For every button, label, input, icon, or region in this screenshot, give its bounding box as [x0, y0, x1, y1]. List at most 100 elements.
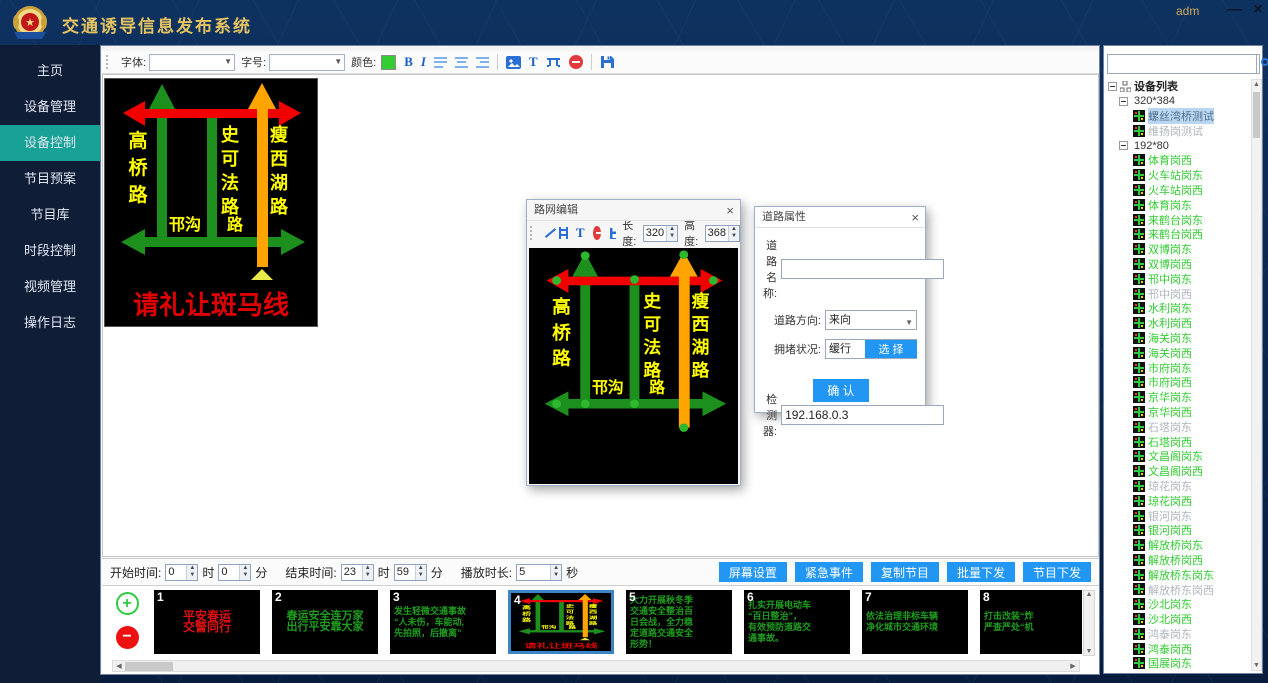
lane-tool-icon[interactable]	[559, 227, 568, 239]
tree-device-双博岗西[interactable]: 双博岗西	[1106, 257, 1250, 272]
sidebar-item-设备管理[interactable]: 设备管理	[0, 89, 100, 125]
marquee-tool-icon[interactable]	[546, 56, 561, 68]
up-icon[interactable]: ▲	[416, 565, 426, 572]
playlist-vscrollbar[interactable]: ▲ ▼	[1083, 590, 1095, 656]
tree-group-192*80[interactable]: 192*80	[1106, 138, 1250, 153]
tree-device-来鹤台岗西[interactable]: 来鹤台岗西	[1106, 227, 1250, 242]
up-icon[interactable]: ▲	[551, 565, 561, 572]
save-icon[interactable]	[600, 55, 614, 69]
led-sign-preview[interactable]: 高桥路史可法路瘦西湖路邗沟路请礼让斑马线	[105, 79, 317, 326]
tree-device-解放桥东岗西[interactable]: 解放桥东岗西	[1106, 582, 1250, 597]
up-icon[interactable]: ▲	[187, 565, 197, 572]
tree-device-双博岗东[interactable]: 双博岗东	[1106, 242, 1250, 257]
sidebar-item-视频管理[interactable]: 视频管理	[0, 269, 100, 305]
frame-thumbnail-8[interactable]: 8打击改装“炸严查严处“机	[980, 590, 1082, 654]
tree-device-解放桥东岗东[interactable]: 解放桥东岗东	[1106, 567, 1250, 582]
device-search-input[interactable]	[1107, 54, 1257, 74]
frame-thumbnail-2[interactable]: 2春运安全连万家出行平安靠大家	[272, 590, 378, 654]
delete-icon[interactable]	[569, 55, 583, 69]
bold-button[interactable]: B	[404, 54, 413, 70]
tree-device-水利岗东[interactable]: 水利岗东	[1106, 301, 1250, 316]
action-button-屏幕设置[interactable]: 屏幕设置	[719, 562, 787, 582]
tree-device-来鹤台岗东[interactable]: 来鹤台岗东	[1106, 212, 1250, 227]
align-left-icon[interactable]	[434, 57, 447, 68]
sidebar-item-节目库[interactable]: 节目库	[0, 197, 100, 233]
tree-device-海关岗东[interactable]: 海关岗东	[1106, 331, 1250, 346]
action-button-紧急事件[interactable]: 紧急事件	[795, 562, 863, 582]
hscroll-thumb[interactable]	[125, 662, 173, 671]
length-spinner[interactable]: 320 ▲▼	[643, 225, 678, 242]
tree-device-市府岗东[interactable]: 市府岗东	[1106, 360, 1250, 375]
collapse-icon[interactable]	[1119, 97, 1128, 106]
length-down-icon[interactable]: ▼	[667, 233, 677, 240]
tree-device-银河岗东[interactable]: 银河岗东	[1106, 508, 1250, 523]
tree-device-火车站岗西[interactable]: 火车站岗西	[1106, 183, 1250, 198]
length-up-icon[interactable]: ▲	[667, 226, 677, 233]
tree-device-国展岗东[interactable]: 国展岗东	[1106, 656, 1250, 671]
tree-device-螺丝湾桥测试[interactable]: 螺丝湾桥测试	[1106, 109, 1250, 124]
scroll-down-icon[interactable]: ▼	[1086, 648, 1093, 655]
italic-button[interactable]: I	[421, 54, 426, 70]
road-props-close-icon[interactable]: ×	[911, 207, 919, 228]
roadnet-dialog-titlebar[interactable]: 路网编辑 ×	[527, 200, 740, 221]
remove-frame-button[interactable]: −	[116, 626, 139, 649]
tree-device-文昌阁岗西[interactable]: 文昌阁岗西	[1106, 464, 1250, 479]
frame-thumbnail-4[interactable]: 4高桥路史可法路瘦西湖路邗沟路请礼让斑马线	[508, 590, 614, 654]
scroll-right-icon[interactable]: ▶	[1067, 662, 1079, 670]
down-icon[interactable]: ▼	[187, 572, 197, 579]
tree-device-解放桥岗东[interactable]: 解放桥岗东	[1106, 538, 1250, 553]
frame-thumbnail-1[interactable]: 1平安春运交警同行	[154, 590, 260, 654]
collapse-icon[interactable]	[1108, 82, 1117, 91]
roadnet-dialog-close-icon[interactable]: ×	[726, 200, 734, 221]
tree-device-邗中岗西[interactable]: 邗中岗西	[1106, 286, 1250, 301]
align-right-icon[interactable]	[476, 57, 489, 68]
roadnet-delete-icon[interactable]	[593, 226, 601, 240]
road-direction-select[interactable]: 来向 ▼	[825, 310, 917, 330]
frame-thumbnail-3[interactable]: 3发生轻微交通事故“人未伤，车能动,先拍照，后撤离”	[390, 590, 496, 654]
action-button-复制节目[interactable]: 复制节目	[871, 562, 939, 582]
tree-device-维扬岗测试[interactable]: 维扬岗测试	[1106, 123, 1250, 138]
tree-device-京华岗东[interactable]: 京华岗东	[1106, 390, 1250, 405]
scroll-down-icon[interactable]: ▼	[1253, 662, 1260, 669]
roadnet-edit-canvas[interactable]: 高桥路史可法路瘦西湖路邗沟路	[529, 248, 738, 484]
sidebar-item-主页[interactable]: 主页	[0, 53, 100, 89]
tree-device-海关岗西[interactable]: 海关岗西	[1106, 345, 1250, 360]
road-name-field[interactable]	[781, 259, 944, 279]
tree-device-火车站岗东[interactable]: 火车站岗东	[1106, 168, 1250, 183]
sidebar-item-操作日志[interactable]: 操作日志	[0, 305, 100, 341]
tree-device-银河岗西[interactable]: 银河岗西	[1106, 523, 1250, 538]
tree-device-鸿泰岗东[interactable]: 鸿泰岗东	[1106, 626, 1250, 641]
height-down-icon[interactable]: ▼	[729, 233, 739, 240]
select-detector-button[interactable]: 选 择	[865, 340, 917, 358]
down-icon[interactable]: ▼	[551, 572, 561, 579]
frame-thumbnail-6[interactable]: 6扎实开展电动车“百日整治”，有效预防道路交通事故。	[744, 590, 850, 654]
insert-image-icon[interactable]	[506, 56, 521, 69]
tree-root-设备列表[interactable]: 设备列表	[1106, 79, 1250, 94]
tree-device-体育岗西[interactable]: 体育岗西	[1106, 153, 1250, 168]
color-swatch[interactable]	[381, 55, 396, 70]
sidebar-item-时段控制[interactable]: 时段控制	[0, 233, 100, 269]
up-icon[interactable]: ▲	[240, 565, 250, 572]
text-tool-icon[interactable]: T	[529, 54, 538, 70]
tree-device-石塔岗东[interactable]: 石塔岗东	[1106, 419, 1250, 434]
collapse-icon[interactable]	[1119, 141, 1128, 150]
minimize-button[interactable]: —	[1222, 0, 1246, 22]
frame-thumbnail-7[interactable]: 7依法治理非标车辆净化城市交通环境	[862, 590, 968, 654]
tree-device-石塔岗西[interactable]: 石塔岗西	[1106, 434, 1250, 449]
add-frame-button[interactable]: +	[116, 592, 139, 615]
detector-field[interactable]	[781, 405, 944, 425]
down-icon[interactable]: ▼	[416, 572, 426, 579]
tree-scroll-thumb[interactable]	[1253, 92, 1260, 138]
font-select[interactable]: ▼	[149, 54, 235, 71]
scroll-up-icon[interactable]: ▲	[1086, 591, 1093, 598]
down-icon[interactable]: ▼	[240, 572, 250, 579]
font-size-select[interactable]: ▼	[269, 54, 345, 71]
end-min-spinner[interactable]: 59 ▲▼	[394, 564, 427, 581]
draw-line-icon[interactable]	[543, 227, 551, 240]
playlist-hscrollbar[interactable]: ◀ ▶	[112, 660, 1080, 672]
scroll-up-icon[interactable]: ▲	[1253, 81, 1260, 88]
align-center-icon[interactable]	[455, 57, 468, 68]
tree-device-邗中岗东[interactable]: 邗中岗东	[1106, 271, 1250, 286]
tree-device-沙北岗西[interactable]: 沙北岗西	[1106, 612, 1250, 627]
tree-device-文昌阁岗东[interactable]: 文昌阁岗东	[1106, 449, 1250, 464]
